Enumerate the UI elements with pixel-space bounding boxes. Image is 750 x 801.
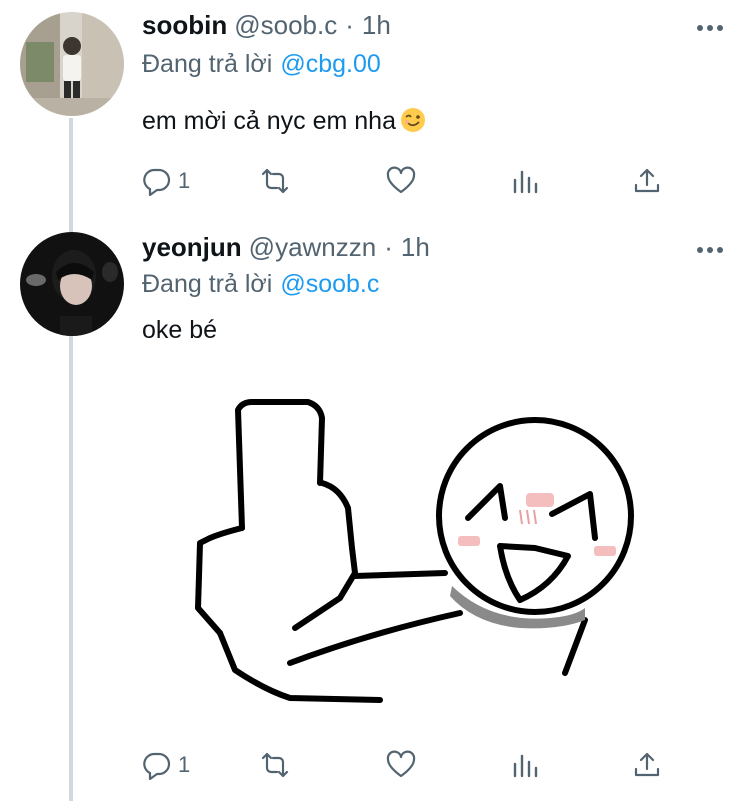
more-options-button[interactable] [690, 240, 730, 260]
display-name[interactable]: yeonjun [142, 232, 242, 263]
analytics-icon [513, 754, 538, 778]
retweet-icon [261, 752, 289, 778]
view-analytics-button[interactable] [510, 747, 540, 783]
reply-button[interactable]: 1 [142, 163, 190, 199]
view-analytics-button[interactable] [510, 163, 540, 199]
display-name[interactable]: soobin [142, 10, 227, 41]
avatar-yeonjun[interactable] [20, 232, 124, 336]
replying-prefix: Đang trả lời [142, 50, 273, 78]
more-dot-icon [707, 247, 713, 253]
retweet-button[interactable] [260, 163, 290, 199]
retweet-button[interactable] [260, 747, 290, 783]
retweet-icon [261, 168, 289, 194]
avatar-photo-soobin [20, 12, 124, 116]
middle-finger-smiley-drawing [195, 399, 634, 703]
separator-dot: · [384, 232, 393, 262]
username-handle[interactable]: @soob.c [234, 10, 337, 41]
more-dot-icon [717, 247, 723, 253]
share-icon [634, 752, 660, 777]
reply-icon [143, 752, 171, 780]
timestamp[interactable]: 1h [362, 10, 391, 41]
replying-to-line: Đang trả lời @soob.c [142, 270, 379, 299]
tweet-text: oke bé [142, 316, 218, 344]
tweet-actions-bar: 1 [142, 747, 672, 783]
tweet-body: em mời cả nyc em nha [142, 107, 426, 136]
thread-connector-line [69, 118, 73, 801]
attached-image[interactable] [190, 398, 640, 703]
heart-icon [386, 166, 416, 194]
replying-to-mention[interactable]: @soob.c [280, 270, 379, 298]
winking-face-emoji-icon [400, 107, 426, 133]
more-options-button[interactable] [690, 18, 730, 38]
avatar-soobin[interactable] [20, 12, 124, 116]
avatar-photo-yeonjun [20, 232, 124, 336]
share-icon [634, 168, 660, 193]
replying-to-mention[interactable]: @cbg.00 [280, 50, 380, 78]
more-dot-icon [707, 25, 713, 31]
reply-icon [143, 168, 171, 196]
tweet-actions-bar: 1 [142, 163, 672, 199]
share-button[interactable] [632, 747, 662, 783]
tweet-body: oke bé [142, 316, 217, 345]
tweet-text: em mời cả nyc em nha [142, 107, 396, 135]
heart-icon [386, 750, 416, 778]
reply-button[interactable]: 1 [142, 747, 190, 783]
separator-dot: · [345, 10, 354, 40]
tweet-header: soobin @soob.c · 1h [142, 10, 391, 44]
username-handle[interactable]: @yawnzzn [249, 232, 377, 263]
timestamp[interactable]: 1h [401, 232, 430, 263]
more-dot-icon [697, 247, 703, 253]
more-dot-icon [717, 25, 723, 31]
more-dot-icon [697, 25, 703, 31]
reply-count: 1 [178, 752, 191, 777]
tweet-header: yeonjun @yawnzzn · 1h [142, 232, 430, 266]
thread-view: soobin @soob.c · 1h Đang trả lời @cbg.00 … [0, 0, 750, 801]
like-button[interactable] [386, 163, 416, 199]
replying-prefix: Đang trả lời [142, 270, 273, 298]
share-button[interactable] [632, 163, 662, 199]
like-button[interactable] [386, 747, 416, 783]
reply-count: 1 [178, 168, 191, 193]
analytics-icon [513, 170, 538, 194]
replying-to-line: Đang trả lời @cbg.00 [142, 50, 381, 79]
